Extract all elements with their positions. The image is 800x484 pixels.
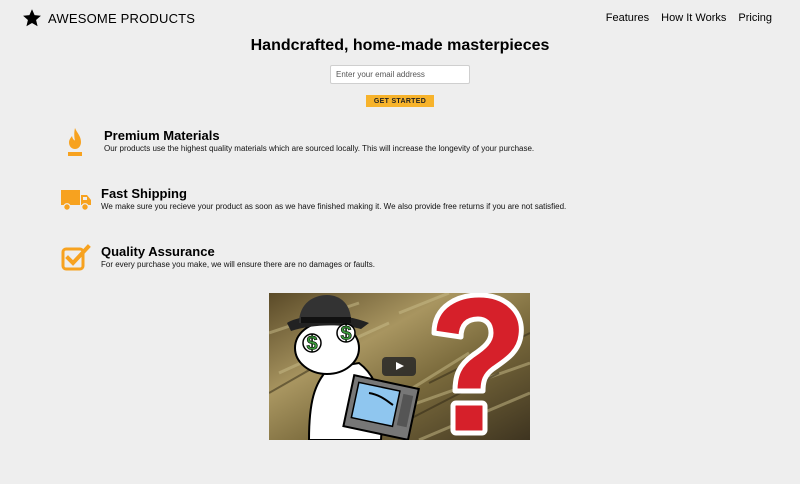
get-started-button[interactable]: GET STARTED bbox=[366, 95, 434, 107]
feature-title: Quality Assurance bbox=[101, 244, 215, 259]
nav-link-pricing[interactable]: Pricing bbox=[738, 12, 772, 24]
feature-description: We make sure you recieve your product as… bbox=[101, 202, 567, 211]
nav-link-features[interactable]: Features bbox=[606, 12, 649, 24]
svg-text:$: $ bbox=[306, 333, 317, 355]
feature-title: Premium Materials bbox=[104, 128, 220, 143]
fire-icon bbox=[68, 128, 82, 156]
brand-logo[interactable]: AWESOME PRODUCTS bbox=[22, 8, 195, 28]
landing-page: AWESOME PRODUCTS Features How It Works P… bbox=[0, 0, 800, 484]
truck-icon bbox=[61, 190, 91, 211]
svg-text:$: $ bbox=[340, 323, 351, 345]
top-nav: Features How It Works Pricing bbox=[606, 12, 772, 24]
feature-description: Our products use the highest quality mat… bbox=[104, 144, 535, 153]
play-icon[interactable] bbox=[382, 357, 416, 376]
feature-description: For every purchase you make, we will ens… bbox=[101, 260, 375, 269]
checkbox-icon bbox=[61, 244, 91, 271]
feature-title: Fast Shipping bbox=[101, 186, 187, 201]
email-input[interactable] bbox=[330, 65, 470, 84]
nav-link-how-it-works[interactable]: How It Works bbox=[661, 12, 726, 24]
brand-name: AWESOME PRODUCTS bbox=[48, 10, 196, 26]
hero-title: Handcrafted, home-made masterpieces bbox=[250, 37, 550, 54]
star-icon bbox=[23, 9, 41, 27]
